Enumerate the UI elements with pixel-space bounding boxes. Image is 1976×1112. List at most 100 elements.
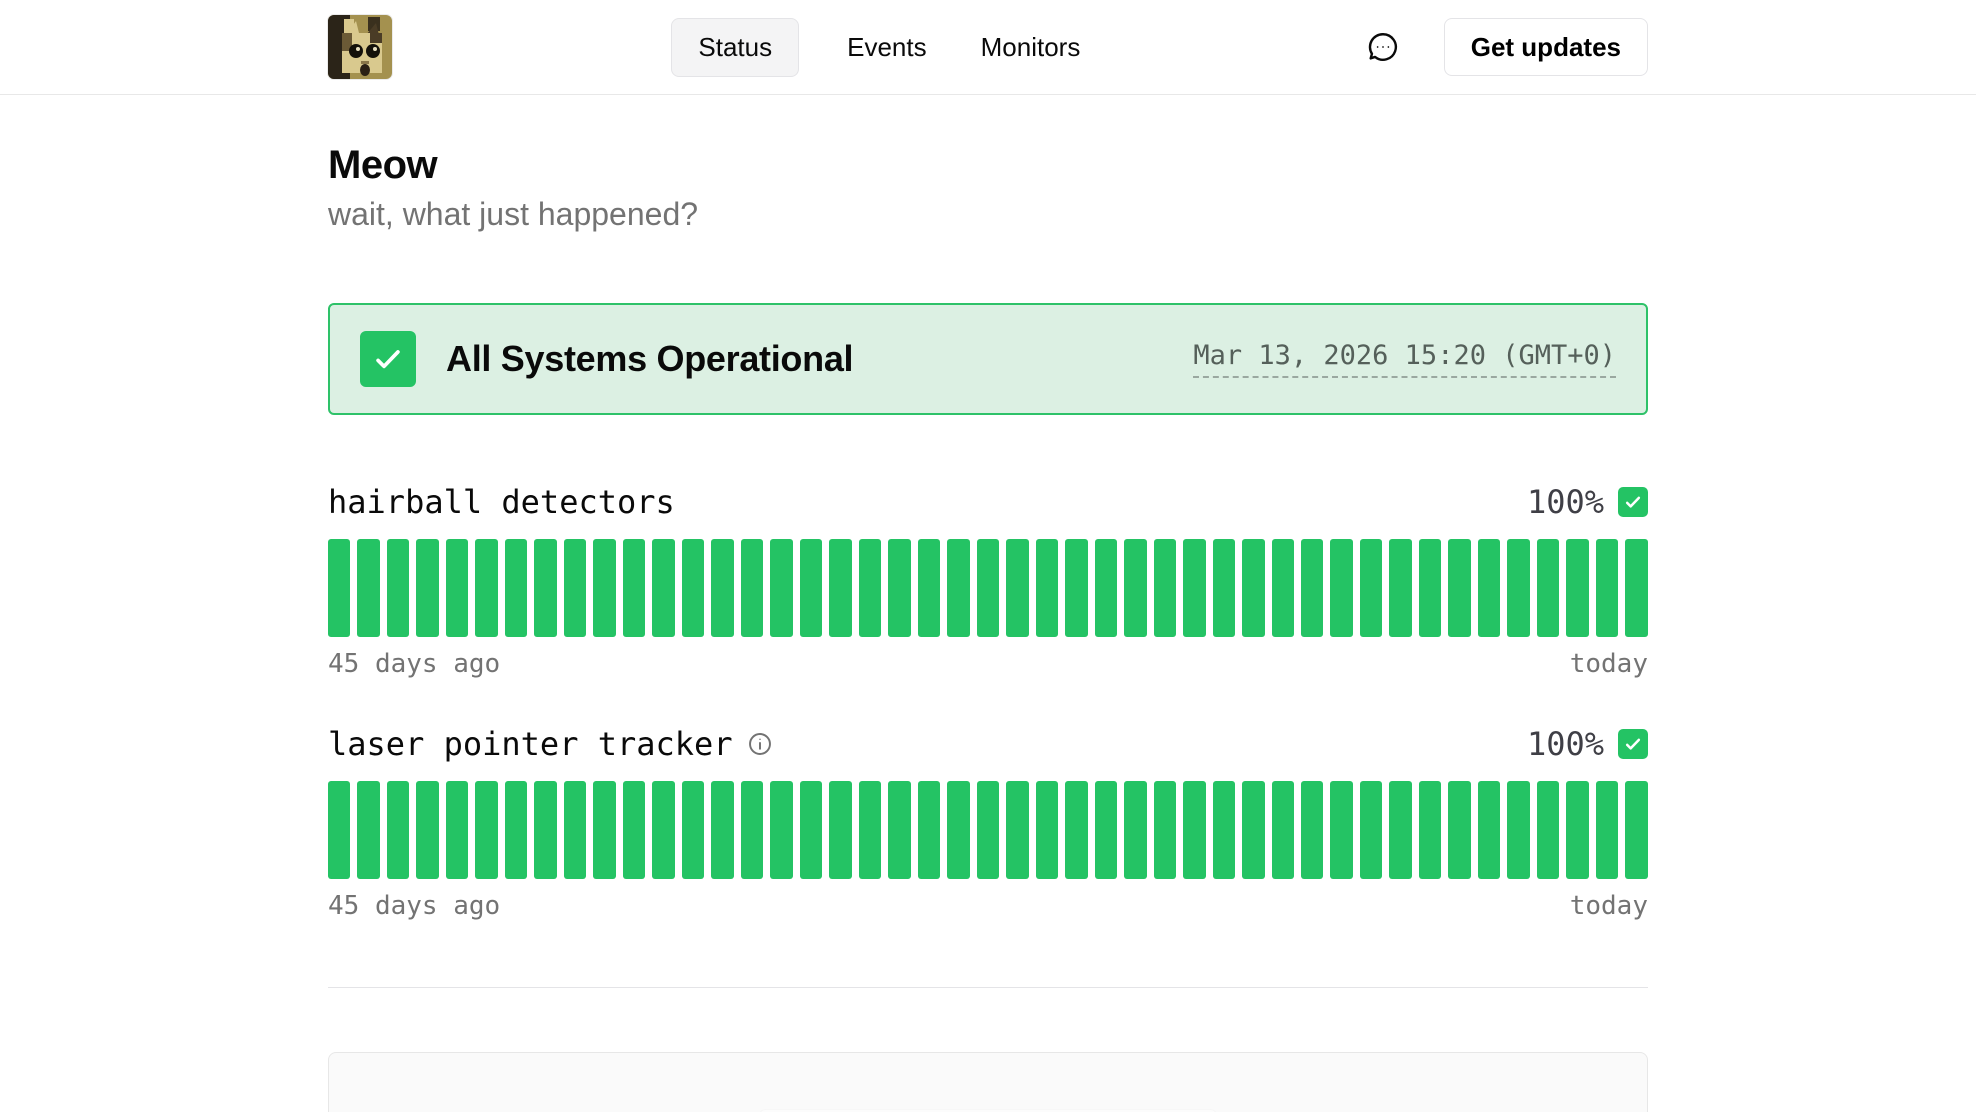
uptime-day-bar[interactable] [1330, 781, 1352, 879]
uptime-day-bar[interactable] [1389, 781, 1411, 879]
uptime-day-bar[interactable] [328, 539, 350, 637]
uptime-day-bar[interactable] [564, 781, 586, 879]
uptime-day-bar[interactable] [711, 781, 733, 879]
uptime-day-bar[interactable] [1213, 539, 1235, 637]
nav-tab-status[interactable]: Status [671, 18, 799, 77]
uptime-day-bar[interactable] [1183, 781, 1205, 879]
uptime-day-bar[interactable] [1036, 781, 1058, 879]
uptime-day-bar[interactable] [652, 539, 674, 637]
uptime-day-bar[interactable] [505, 781, 527, 879]
uptime-day-bar[interactable] [1124, 781, 1146, 879]
uptime-day-bar[interactable] [1301, 781, 1323, 879]
uptime-day-bar[interactable] [593, 539, 615, 637]
uptime-day-bar[interactable] [1507, 539, 1529, 637]
uptime-day-bar[interactable] [1596, 539, 1618, 637]
uptime-day-bar[interactable] [1419, 539, 1441, 637]
uptime-day-bar[interactable] [1095, 781, 1117, 879]
uptime-day-bar[interactable] [977, 781, 999, 879]
uptime-day-bar[interactable] [1065, 781, 1087, 879]
uptime-day-bar[interactable] [1065, 539, 1087, 637]
uptime-day-bar[interactable] [770, 781, 792, 879]
uptime-day-bar[interactable] [1360, 539, 1382, 637]
uptime-day-bar[interactable] [711, 539, 733, 637]
uptime-day-bar[interactable] [387, 539, 409, 637]
get-updates-button[interactable]: Get updates [1444, 18, 1648, 76]
uptime-day-bar[interactable] [446, 781, 468, 879]
uptime-day-bar[interactable] [1478, 539, 1500, 637]
uptime-day-bar[interactable] [1566, 781, 1588, 879]
nav-tab-events[interactable]: Events [841, 18, 933, 77]
uptime-day-bar[interactable] [859, 539, 881, 637]
uptime-day-bar[interactable] [1272, 539, 1294, 637]
uptime-day-bar[interactable] [357, 781, 379, 879]
uptime-day-bar[interactable] [1095, 539, 1117, 637]
uptime-day-bar[interactable] [1360, 781, 1382, 879]
uptime-day-bar[interactable] [770, 539, 792, 637]
uptime-day-bar[interactable] [947, 781, 969, 879]
uptime-day-bar[interactable] [741, 781, 763, 879]
uptime-day-bar[interactable] [1596, 781, 1618, 879]
uptime-day-bar[interactable] [1448, 539, 1470, 637]
uptime-day-bar[interactable] [623, 781, 645, 879]
uptime-day-bar[interactable] [741, 539, 763, 637]
uptime-day-bar[interactable] [829, 539, 851, 637]
uptime-day-bar[interactable] [1272, 781, 1294, 879]
uptime-day-bar[interactable] [593, 781, 615, 879]
uptime-day-bar[interactable] [682, 539, 704, 637]
feedback-speech-bubble-icon[interactable] [1366, 30, 1400, 64]
uptime-day-bar[interactable] [859, 781, 881, 879]
uptime-day-bar[interactable] [446, 539, 468, 637]
uptime-day-bar[interactable] [564, 539, 586, 637]
uptime-day-bar[interactable] [682, 781, 704, 879]
banner-timestamp[interactable]: Mar 13, 2026 15:20 (GMT+0) [1193, 340, 1616, 378]
uptime-day-bar[interactable] [1566, 539, 1588, 637]
uptime-day-bar[interactable] [1036, 539, 1058, 637]
uptime-day-bar[interactable] [918, 781, 940, 879]
uptime-day-bar[interactable] [1213, 781, 1235, 879]
uptime-day-bar[interactable] [534, 781, 556, 879]
uptime-day-bar[interactable] [1301, 539, 1323, 637]
uptime-day-bar[interactable] [1330, 539, 1352, 637]
uptime-day-bar[interactable] [1242, 539, 1264, 637]
uptime-day-bar[interactable] [652, 781, 674, 879]
uptime-day-bar[interactable] [1507, 781, 1529, 879]
site-logo-cat[interactable] [328, 15, 392, 79]
info-icon[interactable] [747, 731, 773, 757]
uptime-day-bar[interactable] [328, 781, 350, 879]
nav-tab-monitors[interactable]: Monitors [975, 18, 1087, 77]
uptime-day-bar[interactable] [1006, 539, 1028, 637]
uptime-day-bar[interactable] [357, 539, 379, 637]
uptime-day-bar[interactable] [1154, 539, 1176, 637]
uptime-day-bar[interactable] [800, 539, 822, 637]
top-navbar: Status Events Monitors Get updates [0, 0, 1976, 95]
uptime-day-bar[interactable] [1124, 539, 1146, 637]
uptime-day-bar[interactable] [1419, 781, 1441, 879]
uptime-day-bar[interactable] [918, 539, 940, 637]
uptime-day-bar[interactable] [1625, 781, 1647, 879]
uptime-day-bar[interactable] [947, 539, 969, 637]
uptime-day-bar[interactable] [1006, 781, 1028, 879]
uptime-day-bar[interactable] [534, 539, 556, 637]
uptime-day-bar[interactable] [1537, 781, 1559, 879]
uptime-day-bar[interactable] [1389, 539, 1411, 637]
uptime-day-bar[interactable] [829, 781, 851, 879]
uptime-day-bar[interactable] [505, 539, 527, 637]
uptime-day-bar[interactable] [475, 781, 497, 879]
uptime-day-bar[interactable] [1537, 539, 1559, 637]
uptime-day-bar[interactable] [1154, 781, 1176, 879]
uptime-day-bar[interactable] [416, 781, 438, 879]
uptime-day-bar[interactable] [623, 539, 645, 637]
uptime-day-bar[interactable] [1478, 781, 1500, 879]
uptime-day-bar[interactable] [800, 781, 822, 879]
uptime-day-bar[interactable] [416, 539, 438, 637]
status-page-main: Meow wait, what just happened? All Syste… [328, 143, 1648, 1112]
uptime-day-bar[interactable] [1625, 539, 1647, 637]
uptime-day-bar[interactable] [888, 781, 910, 879]
uptime-day-bar[interactable] [475, 539, 497, 637]
uptime-day-bar[interactable] [387, 781, 409, 879]
uptime-day-bar[interactable] [888, 539, 910, 637]
uptime-day-bar[interactable] [977, 539, 999, 637]
uptime-day-bar[interactable] [1242, 781, 1264, 879]
uptime-day-bar[interactable] [1183, 539, 1205, 637]
uptime-day-bar[interactable] [1448, 781, 1470, 879]
